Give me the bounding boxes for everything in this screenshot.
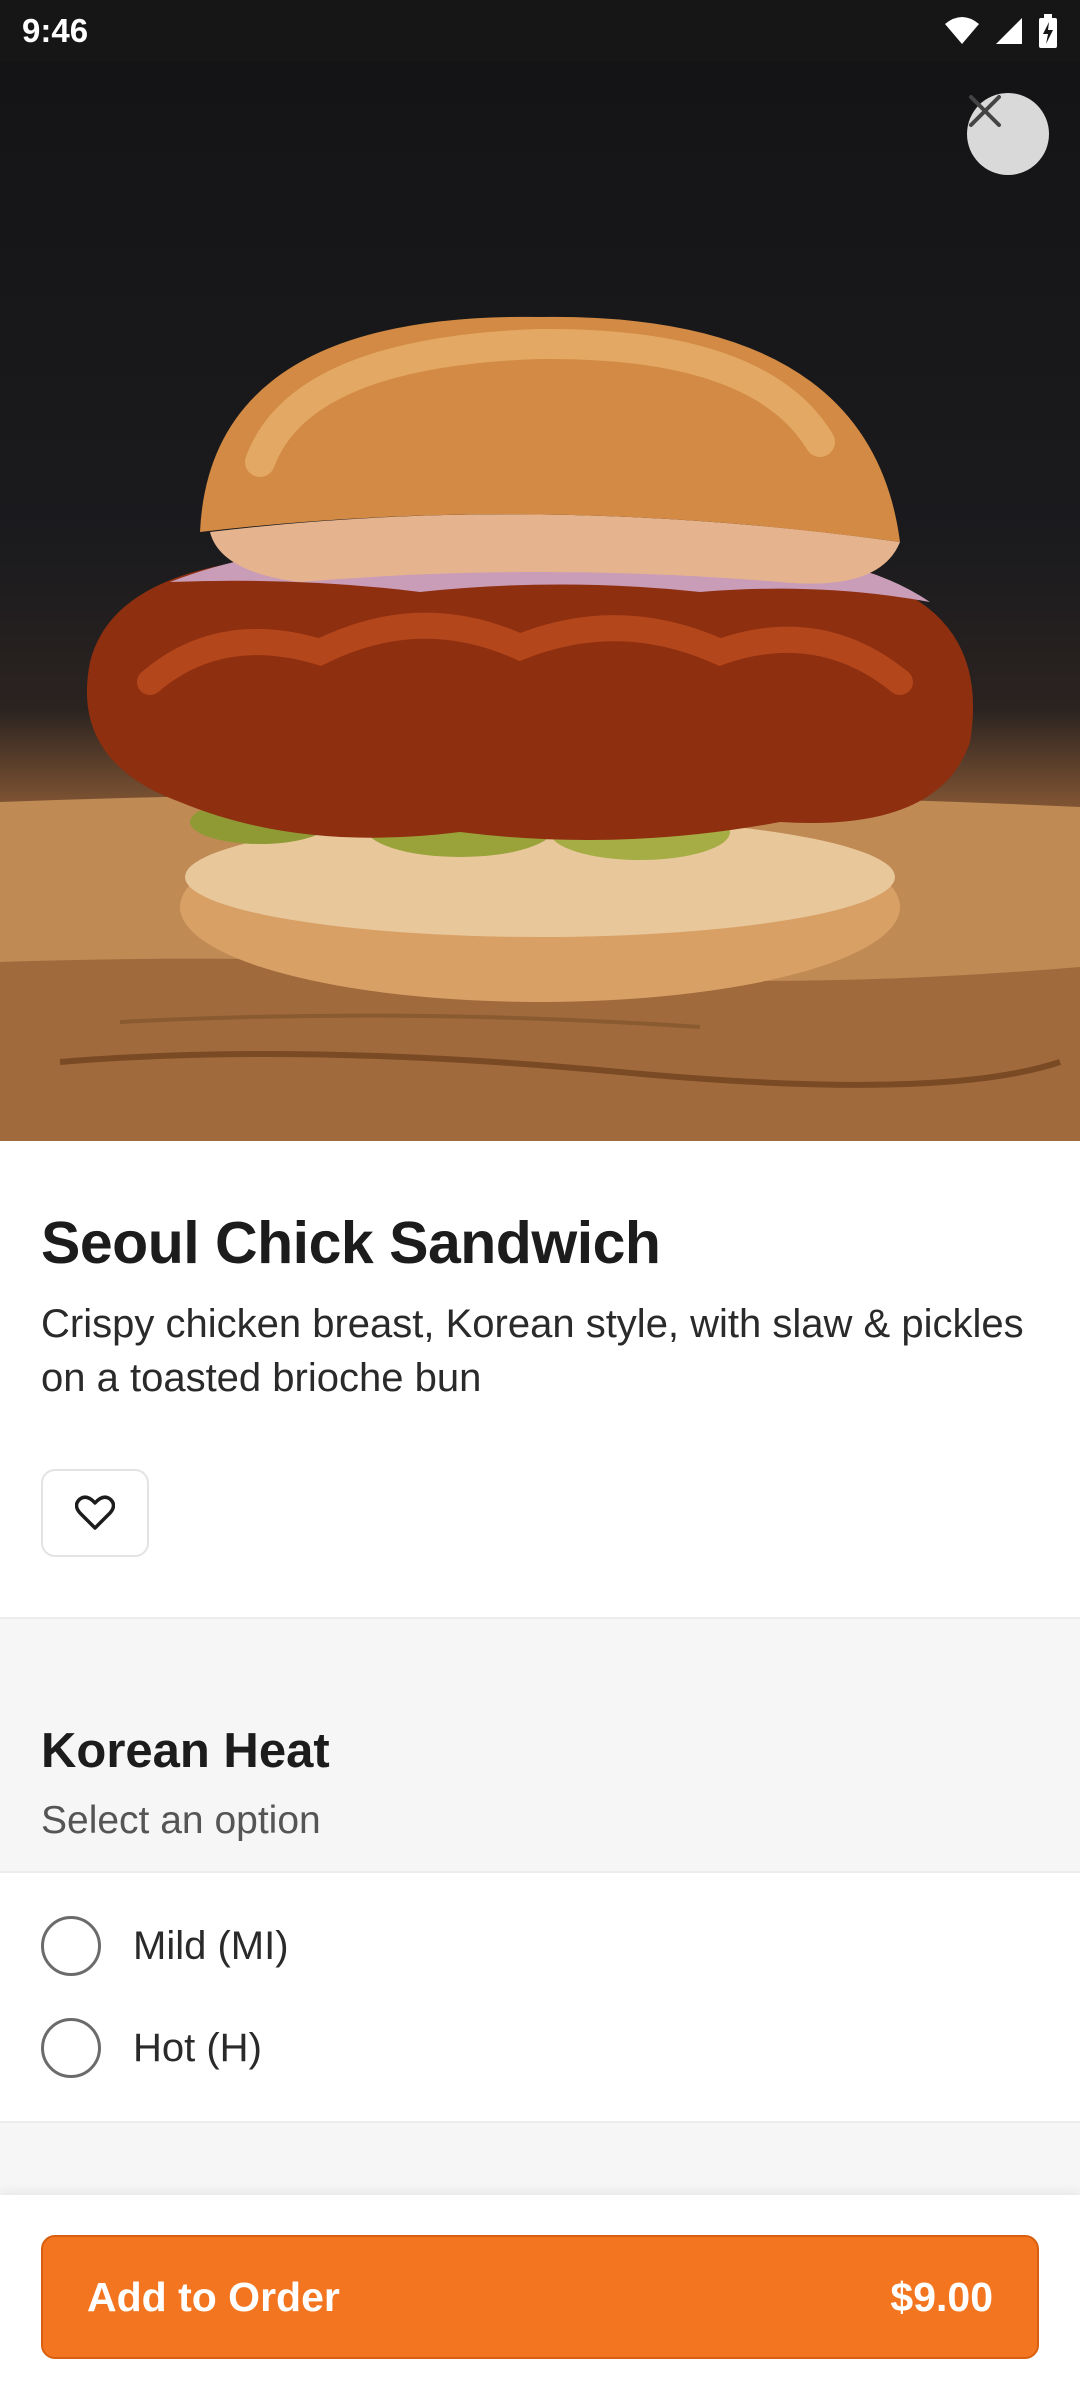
favorite-button[interactable]	[41, 1469, 149, 1557]
product-image	[0, 62, 1080, 1141]
battery-icon	[1039, 14, 1057, 48]
add-to-order-button[interactable]: Add to Order $9.00	[41, 2235, 1039, 2359]
close-icon	[969, 95, 1001, 127]
option-group-header: Korean Heat Select an option	[0, 1617, 1080, 1873]
close-button[interactable]	[967, 93, 1049, 175]
option-mild[interactable]: Mild (MI)	[41, 1916, 289, 1976]
option-group-subtitle: Select an option	[41, 1799, 321, 1842]
wifi-icon	[945, 17, 979, 44]
option-group-title: Korean Heat	[41, 1724, 330, 1778]
option-label: Mild (MI)	[133, 1923, 289, 1968]
add-to-order-label: Add to Order	[87, 2273, 340, 2320]
sandwich-illustration	[0, 316, 1080, 1141]
bottom-bar: Add to Order $9.00	[0, 2195, 1080, 2400]
radio-button[interactable]	[41, 1916, 101, 1976]
option-label: Hot (H)	[133, 2025, 262, 2070]
status-bar: 9:46	[0, 0, 1080, 62]
signal-icon	[996, 18, 1022, 44]
option-hot[interactable]: Hot (H)	[41, 2018, 262, 2078]
section-divider	[0, 2121, 1080, 2195]
heart-icon	[75, 1495, 115, 1530]
product-title: Seoul Chick Sandwich	[41, 1210, 661, 1276]
order-price: $9.00	[890, 2273, 993, 2320]
status-time: 9:46	[22, 12, 89, 49]
product-description: Crispy chicken breast, Korean style, wit…	[41, 1302, 1024, 1400]
radio-button[interactable]	[41, 2018, 101, 2078]
status-icons	[944, 14, 1058, 48]
option-list: Mild (MI) Hot (H)	[0, 1873, 1080, 2121]
item-detail-page: 9:46 Seoul Chick Sandwich Crispy chicken…	[0, 0, 1080, 2400]
product-info: Seoul Chick Sandwich Crispy chicken brea…	[0, 1141, 1080, 1617]
